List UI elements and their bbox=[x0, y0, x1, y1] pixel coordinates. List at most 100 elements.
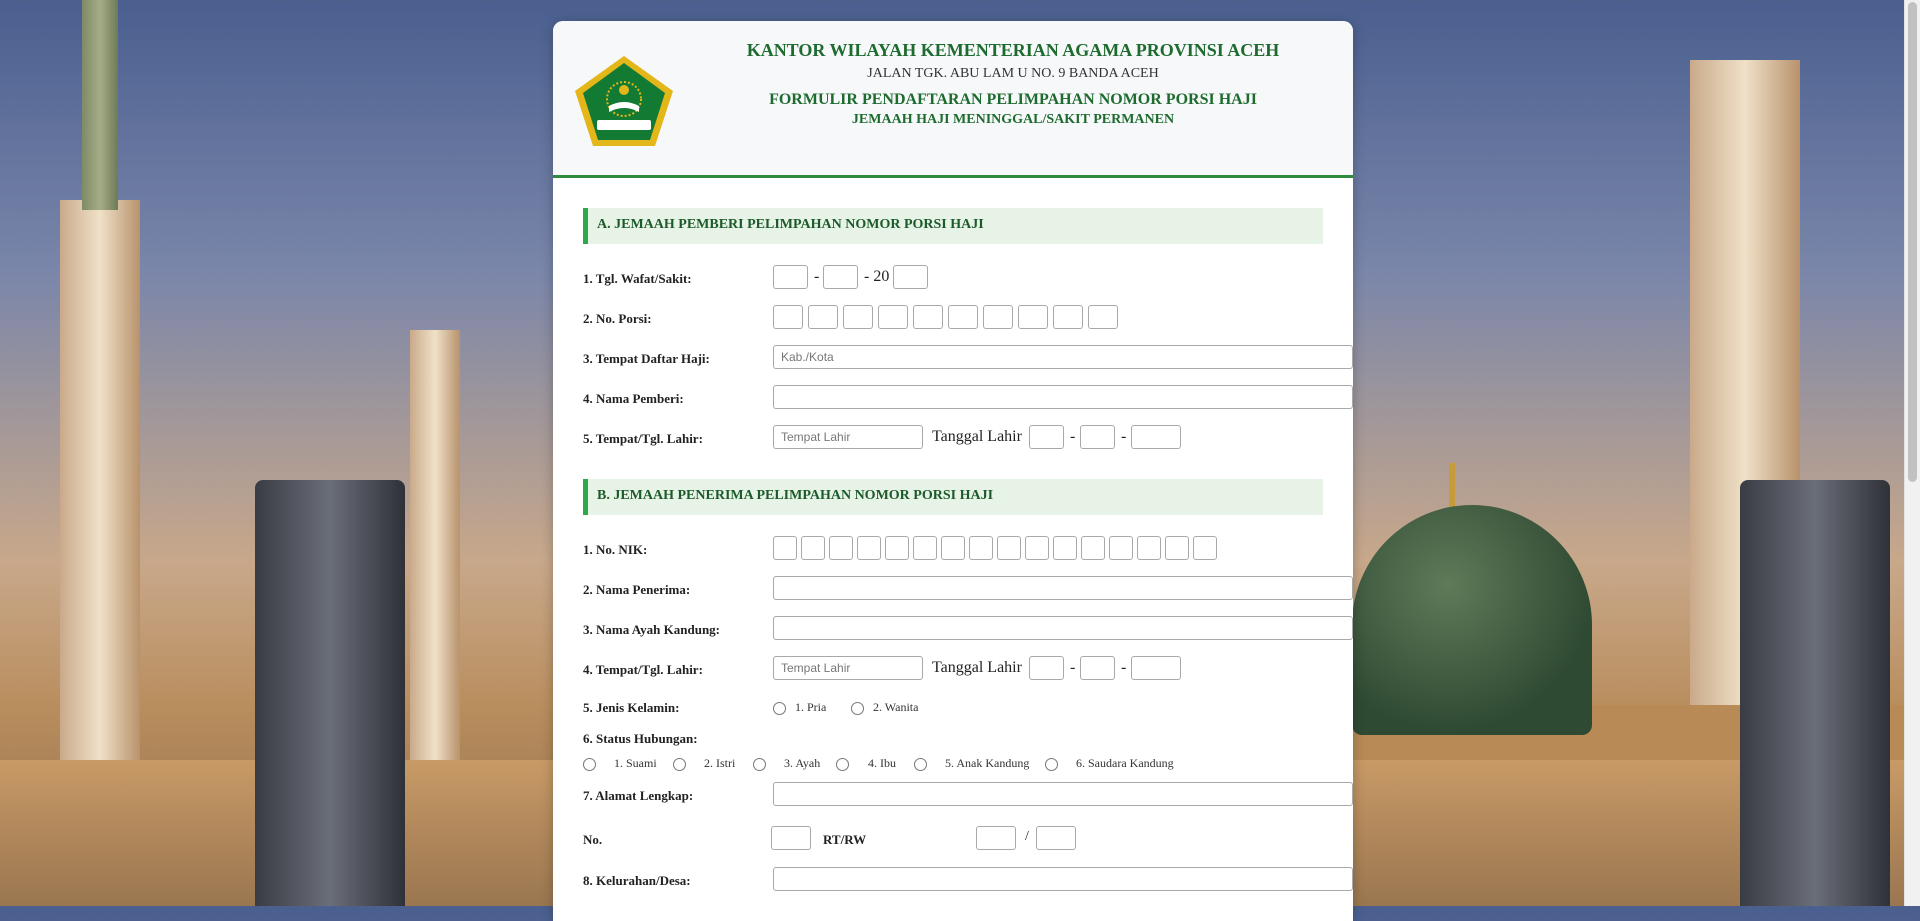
form-card: KANTOR WILAYAH KEMENTERIAN AGAMA PROVINS… bbox=[553, 21, 1353, 921]
tgl-wafat-day-input[interactable] bbox=[773, 265, 808, 289]
kelurahan-row: 8. Kelurahan/Desa: bbox=[583, 867, 1353, 895]
tanggal-lahir-label: Tanggal Lahir bbox=[932, 428, 1022, 445]
no-rtrw-row: No. RT/RW / bbox=[583, 826, 1323, 854]
porsi-digit-input[interactable] bbox=[1018, 305, 1048, 329]
lamp-post-left bbox=[255, 480, 405, 906]
rt-input[interactable] bbox=[976, 826, 1016, 850]
office-title: KANTOR WILAYAH KEMENTERIAN AGAMA PROVINS… bbox=[746, 40, 1280, 60]
nik-digit-input[interactable] bbox=[885, 536, 909, 560]
nik-digit-input[interactable] bbox=[913, 536, 937, 560]
date-separator: - bbox=[814, 268, 820, 285]
porsi-digit-input[interactable] bbox=[843, 305, 873, 329]
kelurahan-label: 8. Kelurahan/Desa: bbox=[583, 873, 691, 888]
nik-digit-input[interactable] bbox=[1137, 536, 1161, 560]
nama-ayah-input[interactable] bbox=[773, 616, 1353, 640]
rtrw-label: RT/RW bbox=[823, 832, 867, 847]
lahir-penerima-day-input[interactable] bbox=[1029, 656, 1064, 680]
date-separator: - bbox=[1070, 659, 1076, 676]
nik-digit-input[interactable] bbox=[941, 536, 965, 560]
no-porsi-label: 2. No. Porsi: bbox=[583, 311, 652, 326]
kelurahan-input[interactable] bbox=[773, 867, 1353, 891]
form-header: KANTOR WILAYAH KEMENTERIAN AGAMA PROVINS… bbox=[553, 21, 1353, 178]
radio-suami-label: 1. Suami bbox=[614, 756, 657, 770]
porsi-digit-input[interactable] bbox=[913, 305, 943, 329]
nik-digit-input[interactable] bbox=[857, 536, 881, 560]
nik-digit-input[interactable] bbox=[773, 536, 797, 560]
radio-wanita[interactable] bbox=[851, 702, 864, 715]
page-scrollbar[interactable] bbox=[1904, 0, 1920, 906]
nik-digit-input[interactable] bbox=[1053, 536, 1077, 560]
alamat-input[interactable] bbox=[773, 782, 1353, 806]
nik-digit-input[interactable] bbox=[1165, 536, 1189, 560]
green-dome bbox=[1352, 505, 1592, 735]
tempat-daftar-label: 3. Tempat Daftar Haji: bbox=[583, 351, 710, 366]
ttl-pemberi-label: 5. Tempat/Tgl. Lahir: bbox=[583, 431, 703, 446]
radio-pria[interactable] bbox=[773, 702, 786, 715]
lahir-penerima-month-input[interactable] bbox=[1080, 656, 1115, 680]
ttl-penerima-label: 4. Tempat/Tgl. Lahir: bbox=[583, 662, 703, 677]
date-separator: - bbox=[1121, 659, 1127, 676]
radio-ayah-label: 3. Ayah bbox=[784, 756, 821, 770]
nik-label: 1. No. NIK: bbox=[583, 542, 648, 557]
date-separator: - bbox=[1070, 428, 1076, 445]
tgl-wafat-row: 1. Tgl. Wafat/Sakit: - - 20 bbox=[583, 265, 1323, 293]
radio-anak-kandung-label: 5. Anak Kandung bbox=[945, 756, 1030, 770]
nik-digit-input[interactable] bbox=[1081, 536, 1105, 560]
nama-pemberi-input[interactable] bbox=[773, 385, 1353, 409]
tgl-wafat-month-input[interactable] bbox=[823, 265, 858, 289]
status-hubungan-options-row: 1. Suami 2. Istri 3. Ayah 4. Ibu 5. Anak… bbox=[583, 750, 1323, 778]
porsi-digit-input[interactable] bbox=[1088, 305, 1118, 329]
tempat-daftar-input[interactable] bbox=[773, 345, 1353, 369]
nama-pemberi-row: 4. Nama Pemberi: bbox=[583, 385, 1353, 413]
jenis-kelamin-row: 5. Jenis Kelamin: 1. Pria 2. Wanita bbox=[583, 694, 1323, 722]
radio-pria-label: 1. Pria bbox=[795, 700, 827, 714]
lahir-pemberi-day-input[interactable] bbox=[1029, 425, 1064, 449]
nik-row: 1. No. NIK: bbox=[583, 536, 1323, 564]
radio-anak-kandung[interactable] bbox=[914, 758, 927, 771]
form-subtitle: JEMAAH HAJI MENINGGAL/SAKIT PERMANEN bbox=[851, 112, 1175, 127]
tempat-daftar-row: 3. Tempat Daftar Haji: bbox=[583, 345, 1353, 373]
radio-saudara-kandung[interactable] bbox=[1045, 758, 1058, 771]
radio-ibu[interactable] bbox=[836, 758, 849, 771]
nama-ayah-label: 3. Nama Ayah Kandung: bbox=[583, 622, 721, 637]
lahir-pemberi-year-input[interactable] bbox=[1131, 425, 1181, 449]
radio-istri[interactable] bbox=[673, 758, 686, 771]
radio-saudara-kandung-label: 6. Saudara Kandung bbox=[1076, 756, 1174, 770]
lahir-penerima-year-input[interactable] bbox=[1131, 656, 1181, 680]
porsi-digit-input[interactable] bbox=[948, 305, 978, 329]
porsi-digit-input[interactable] bbox=[878, 305, 908, 329]
radio-ayah[interactable] bbox=[753, 758, 766, 771]
no-rumah-input[interactable] bbox=[771, 826, 811, 850]
radio-suami[interactable] bbox=[583, 758, 596, 771]
tgl-wafat-label: 1. Tgl. Wafat/Sakit: bbox=[583, 271, 692, 286]
lahir-pemberi-month-input[interactable] bbox=[1080, 425, 1115, 449]
tempat-lahir-penerima-input[interactable] bbox=[773, 656, 923, 680]
kemenag-emblem-icon bbox=[575, 56, 673, 146]
nik-digit-input[interactable] bbox=[969, 536, 993, 560]
porsi-digit-input[interactable] bbox=[808, 305, 838, 329]
date-separator: - bbox=[1121, 428, 1127, 445]
nama-ayah-row: 3. Nama Ayah Kandung: bbox=[583, 616, 1353, 644]
nik-digit-input[interactable] bbox=[801, 536, 825, 560]
tanggal-lahir-label: Tanggal Lahir bbox=[932, 659, 1022, 676]
rw-input[interactable] bbox=[1036, 826, 1076, 850]
tgl-wafat-year-input[interactable] bbox=[893, 265, 928, 289]
nama-penerima-label: 2. Nama Penerima: bbox=[583, 582, 691, 597]
tempat-lahir-pemberi-input[interactable] bbox=[773, 425, 923, 449]
scrollbar-thumb[interactable] bbox=[1908, 2, 1917, 482]
radio-istri-label: 2. Istri bbox=[704, 756, 736, 770]
porsi-digit-input[interactable] bbox=[773, 305, 803, 329]
nik-digit-input[interactable] bbox=[1109, 536, 1133, 560]
porsi-digit-input[interactable] bbox=[983, 305, 1013, 329]
nama-penerima-input[interactable] bbox=[773, 576, 1353, 600]
nik-digit-input[interactable] bbox=[1193, 536, 1217, 560]
nik-digit-input[interactable] bbox=[829, 536, 853, 560]
ttl-pemberi-row: 5. Tempat/Tgl. Lahir: Tanggal Lahir - - bbox=[583, 425, 1323, 453]
radio-wanita-label: 2. Wanita bbox=[873, 700, 919, 714]
nik-digit-input[interactable] bbox=[997, 536, 1021, 560]
section-b-header: B. JEMAAH PENERIMA PELIMPAHAN NOMOR PORS… bbox=[583, 479, 1323, 515]
ttl-penerima-row: 4. Tempat/Tgl. Lahir: Tanggal Lahir - - bbox=[583, 656, 1323, 684]
porsi-digit-input[interactable] bbox=[1053, 305, 1083, 329]
lamp-post-right bbox=[1740, 480, 1890, 906]
nik-digit-input[interactable] bbox=[1025, 536, 1049, 560]
